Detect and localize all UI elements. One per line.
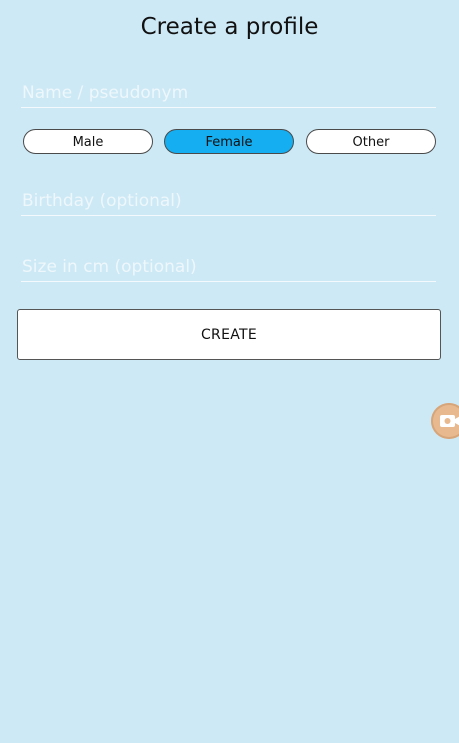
gender-selector: Male Female Other [23,129,436,154]
name-field[interactable] [21,78,436,108]
gender-option-male[interactable]: Male [23,129,153,154]
create-button[interactable]: CREATE [17,309,441,360]
camera-icon [440,415,459,427]
birthday-field[interactable] [21,186,436,216]
floating-camera-button[interactable] [431,403,459,439]
size-field[interactable] [21,252,436,282]
gender-option-other[interactable]: Other [306,129,436,154]
gender-option-female[interactable]: Female [164,129,294,154]
page-title: Create a profile [140,14,319,40]
